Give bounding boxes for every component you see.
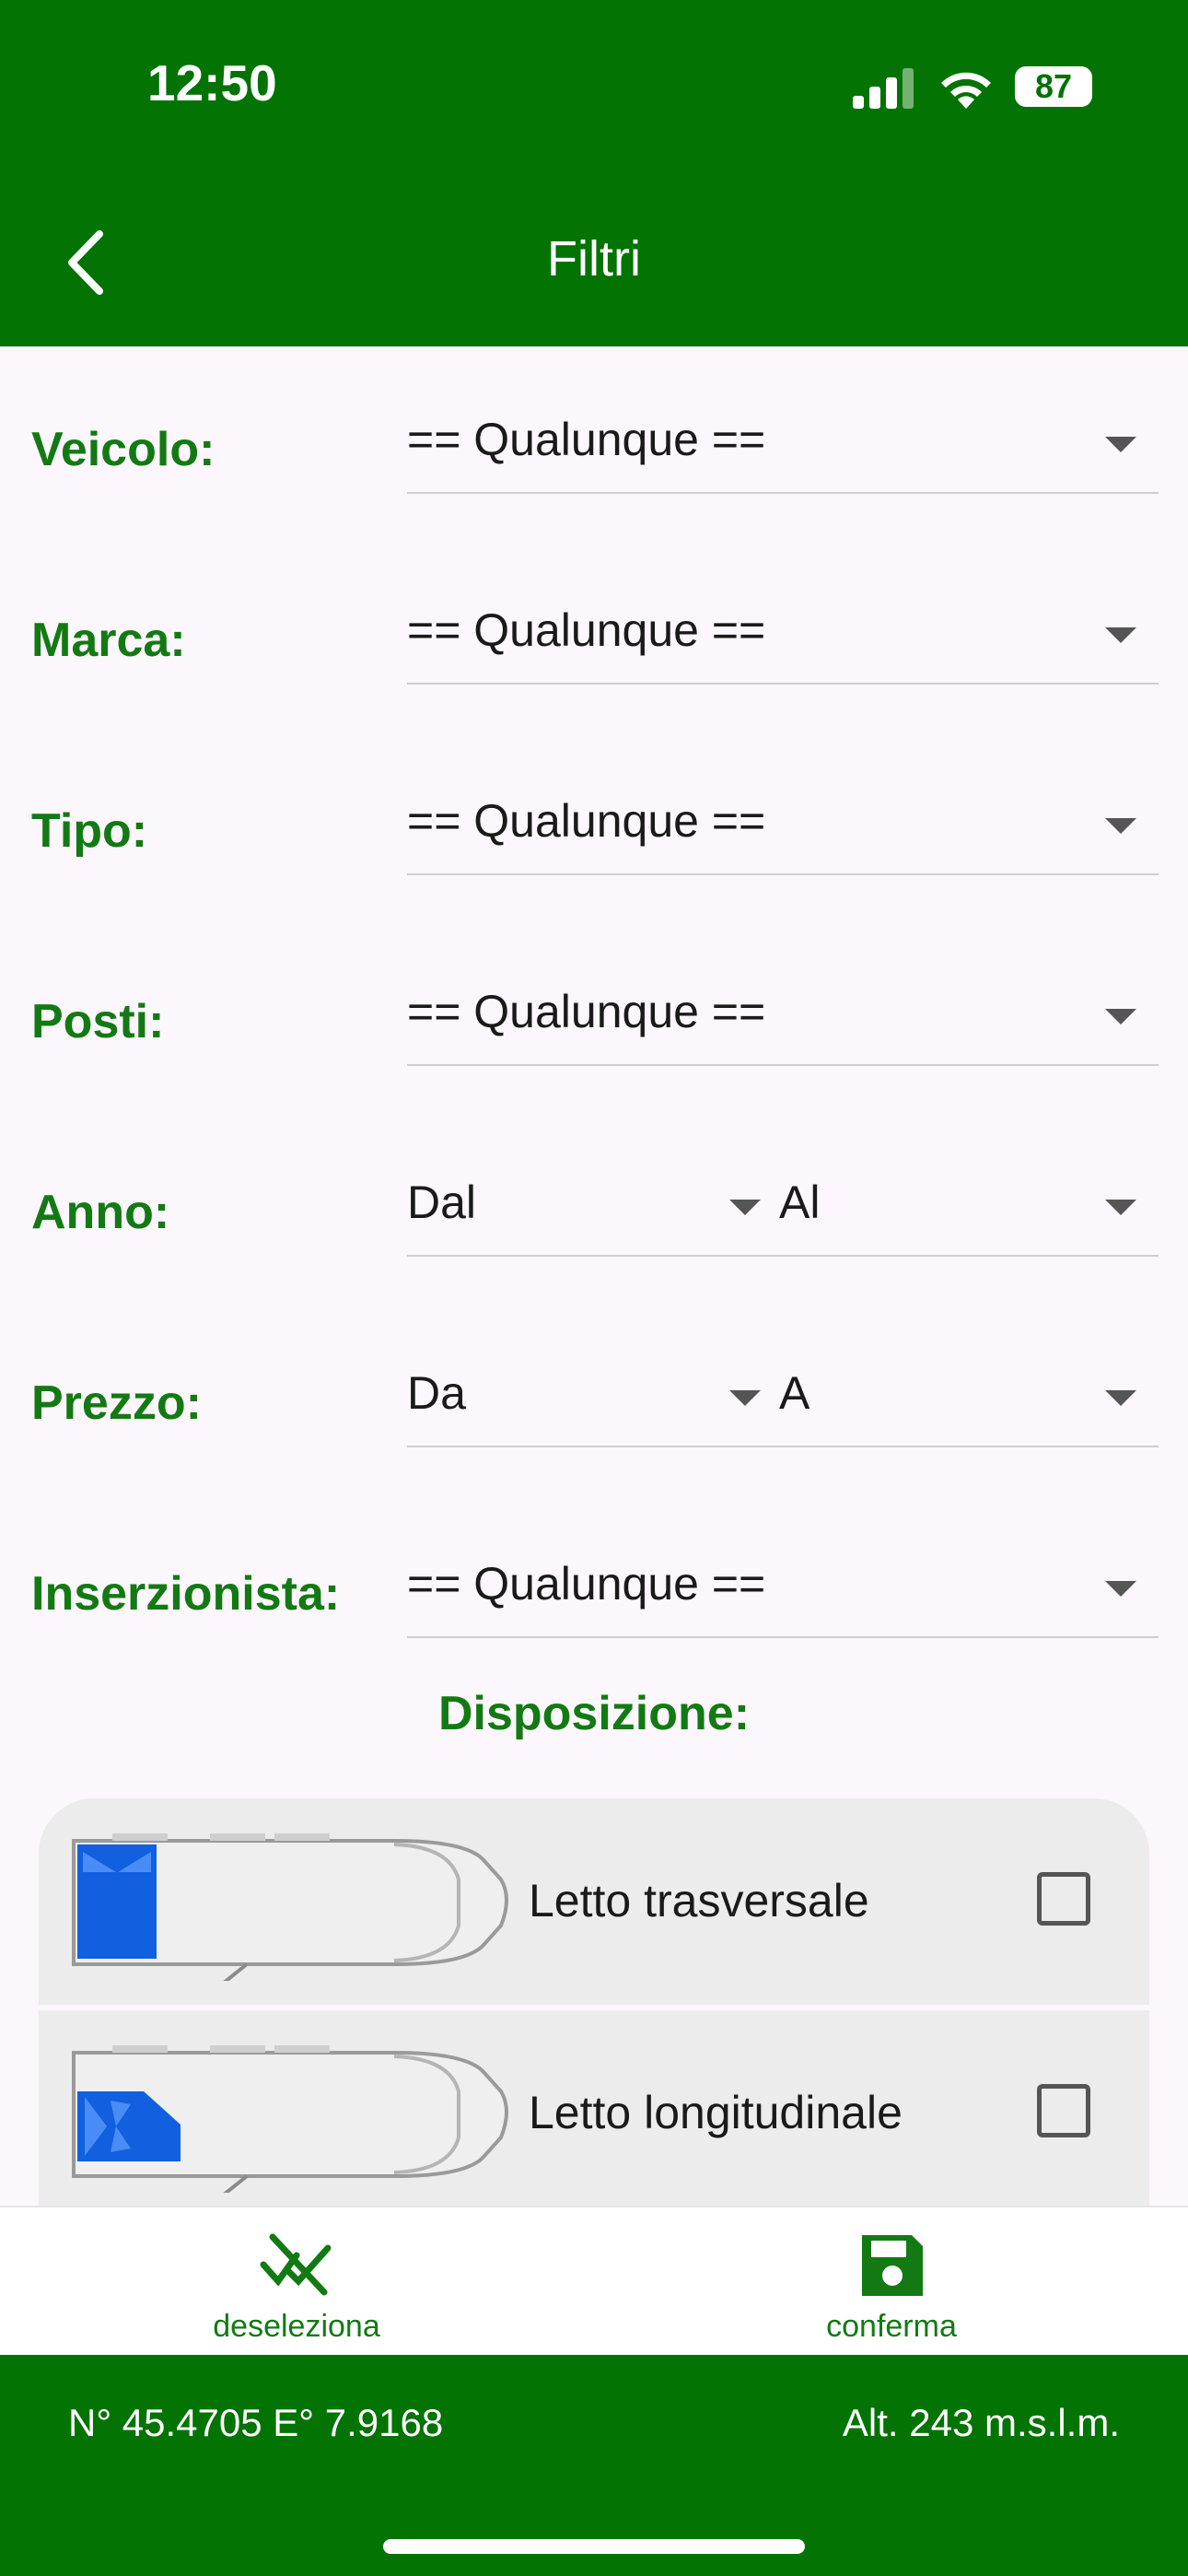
disposizione-title: Disposizione:: [437, 1687, 751, 1740]
veicolo-select[interactable]: == Qualunque ==: [407, 385, 1159, 494]
prezzo-from-select[interactable]: Da: [407, 1339, 779, 1447]
deselect-checks-icon: [260, 2233, 332, 2296]
marca-label: Marca:: [31, 614, 186, 667]
dropdown-arrow-icon: [1105, 437, 1136, 452]
veicolo-label: Veicolo:: [31, 423, 215, 476]
dropdown-arrow-icon: [729, 1390, 761, 1406]
trasversale-checkbox[interactable]: [1037, 1872, 1090, 1926]
filter-row-inserzionista: Inserzionista: == Qualunque ==: [0, 1529, 1188, 1668]
filter-row-prezzo: Prezzo: Da A: [0, 1339, 1188, 1477]
confirm-button[interactable]: conferma: [753, 2207, 1030, 2357]
veicolo-value: == Qualunque ==: [407, 414, 766, 465]
layout-option-trasversale[interactable]: Letto trasversale: [39, 1798, 1149, 2005]
dropdown-arrow-icon: [1105, 627, 1136, 643]
dropdown-arrow-icon: [1105, 1581, 1136, 1597]
dropdown-arrow-icon: [1105, 1390, 1136, 1406]
dropdown-arrow-icon: [729, 1200, 761, 1215]
home-indicator[interactable]: [383, 2539, 805, 2554]
posti-value: == Qualunque ==: [407, 986, 766, 1037]
anno-label: Anno:: [31, 1186, 170, 1239]
layout-option-longitudinale[interactable]: Letto longitudinale: [39, 2010, 1149, 2213]
van-transverse-bed-icon: [72, 1833, 508, 1981]
app-header: 12:50 87 Filtri: [0, 0, 1188, 346]
page-title: Filtri: [547, 231, 641, 287]
van-longitudinal-bed-icon: [72, 2045, 508, 2193]
layout-option-label: Letto trasversale: [529, 1875, 869, 1926]
filter-row-posti: Posti: == Qualunque ==: [0, 957, 1188, 1095]
cellular-signal-icon: [853, 68, 914, 109]
bottom-action-bar: deseleziona conferma: [0, 2206, 1188, 2355]
confirm-label: conferma: [826, 2309, 957, 2344]
inserzionista-label: Inserzionista:: [31, 1567, 341, 1621]
posti-label: Posti:: [31, 995, 165, 1048]
deselect-label: deseleziona: [213, 2309, 380, 2344]
inserzionista-value: == Qualunque ==: [407, 1558, 766, 1610]
prezzo-from-value: Da: [407, 1367, 466, 1419]
deselect-button[interactable]: deseleziona: [158, 2207, 435, 2357]
posti-select[interactable]: == Qualunque ==: [407, 957, 1159, 1066]
inserzionista-select[interactable]: == Qualunque ==: [407, 1529, 1159, 1638]
wifi-icon: [941, 72, 991, 109]
longitudinale-checkbox[interactable]: [1037, 2084, 1090, 2137]
anno-from-select[interactable]: Dal: [407, 1148, 779, 1257]
dropdown-arrow-icon: [1105, 818, 1136, 834]
prezzo-to-value: A: [779, 1367, 810, 1419]
filter-row-veicolo: Veicolo: == Qualunque ==: [0, 385, 1188, 523]
anno-to-value: Al: [779, 1177, 821, 1228]
dropdown-arrow-icon: [1105, 1009, 1136, 1025]
prezzo-label: Prezzo:: [31, 1376, 202, 1430]
save-floppy-icon: [862, 2235, 923, 2296]
location-footer: N° 45.4705 E° 7.9168 Alt. 243 m.s.l.m.: [0, 2355, 1188, 2576]
battery-icon: 87: [1015, 66, 1092, 107]
anno-from-value: Dal: [407, 1177, 477, 1228]
altitude-text: Alt. 243 m.s.l.m.: [842, 2401, 1120, 2444]
prezzo-to-select[interactable]: A: [779, 1339, 1159, 1447]
filter-row-anno: Anno: Dal Al: [0, 1148, 1188, 1286]
marca-select[interactable]: == Qualunque ==: [407, 576, 1159, 685]
status-time: 12:50: [147, 54, 277, 111]
filter-row-tipo: Tipo: == Qualunque ==: [0, 767, 1188, 905]
battery-level: 87: [1034, 67, 1073, 105]
coordinates-text: N° 45.4705 E° 7.9168: [68, 2401, 444, 2444]
marca-value: == Qualunque ==: [407, 604, 766, 656]
layout-option-label: Letto longitudinale: [529, 2087, 903, 2138]
tipo-value: == Qualunque ==: [407, 795, 766, 847]
dropdown-arrow-icon: [1105, 1200, 1136, 1215]
filter-row-marca: Marca: == Qualunque ==: [0, 576, 1188, 714]
anno-to-select[interactable]: Al: [779, 1148, 1159, 1257]
tipo-label: Tipo:: [31, 804, 148, 858]
tipo-select[interactable]: == Qualunque ==: [407, 767, 1159, 875]
